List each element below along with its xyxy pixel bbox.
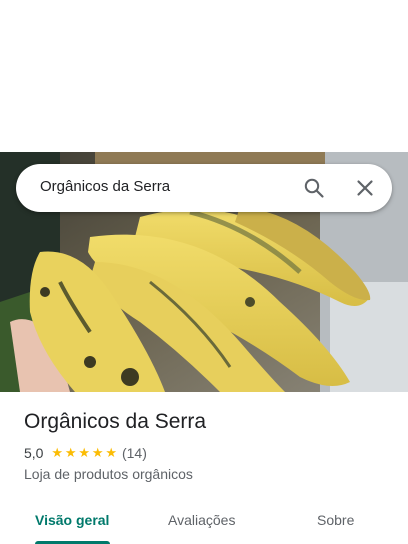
place-category: Loja de produtos orgânicos — [24, 466, 193, 482]
review-count[interactable]: (14) — [122, 445, 147, 461]
star-icon: ★ — [78, 445, 91, 460]
star-icon: ★ — [91, 445, 104, 460]
tab-bar: Visão geral Avaliações Sobre — [0, 500, 408, 544]
tab-about[interactable]: Sobre — [317, 512, 354, 528]
rating-value: 5,0 — [24, 445, 44, 461]
place-info-panel: Orgânicos da Serra 5,0 ★ ★ ★ ★ ★ (14) Lo… — [0, 392, 408, 544]
star-icon: ★ — [105, 445, 118, 460]
blank-area — [0, 0, 408, 152]
rating-row[interactable]: 5,0 ★ ★ ★ ★ ★ (14) — [24, 445, 147, 461]
star-icon: ★ — [64, 445, 77, 460]
tab-reviews[interactable]: Avaliações — [168, 512, 235, 528]
search-input[interactable]: Orgânicos da Serra — [40, 178, 170, 195]
tab-overview[interactable]: Visão geral — [35, 512, 109, 528]
star-icon: ★ — [51, 445, 64, 460]
close-icon[interactable] — [353, 176, 377, 200]
search-bar[interactable]: Orgânicos da Serra — [16, 164, 392, 212]
star-rating: ★ ★ ★ ★ ★ — [50, 446, 118, 460]
search-icon[interactable] — [302, 176, 326, 200]
place-title: Orgânicos da Serra — [24, 410, 207, 433]
